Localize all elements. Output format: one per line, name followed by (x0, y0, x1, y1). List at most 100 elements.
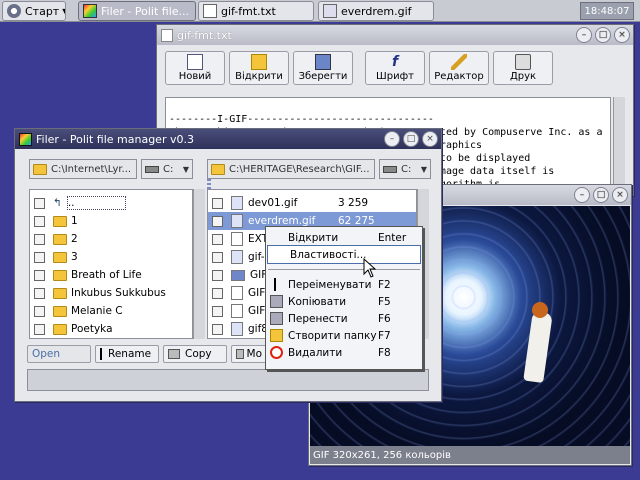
close-button[interactable]: × (612, 187, 628, 203)
item-checkbox[interactable] (212, 251, 223, 263)
task-viewer[interactable]: everdrem.gif (318, 1, 434, 21)
task-viewer-label: everdrem.gif (341, 4, 412, 18)
menu-item-new-folder[interactable]: Створити папку F7 (266, 327, 422, 344)
item-checkbox[interactable] (34, 233, 45, 245)
new-button[interactable]: Новий (165, 51, 225, 85)
viewer-status: GIF 320x261, 256 кольорів (310, 446, 630, 464)
item-checkbox[interactable] (34, 305, 45, 317)
maximize-button[interactable]: □ (593, 187, 609, 203)
item-checkbox[interactable] (212, 233, 223, 245)
minimize-button[interactable]: – (576, 27, 592, 43)
item-checkbox[interactable] (212, 305, 223, 317)
item-checkbox[interactable] (212, 269, 223, 281)
menu-label: Копіювати (288, 295, 347, 308)
right-path-text: C:\HERITAGE\Research\GIF... (229, 163, 370, 175)
menu-item-rename[interactable]: Переіменувати F2 (266, 276, 422, 293)
list-item[interactable]: Poetyka (30, 320, 192, 338)
list-item[interactable]: 1 (30, 212, 192, 230)
close-button[interactable]: × (422, 131, 438, 147)
folder-icon (33, 163, 47, 175)
list-item[interactable]: Inkubus Sukkubus (30, 284, 192, 302)
clock: 18:48:07 (580, 2, 634, 20)
chevron-down-icon: ▼ (420, 164, 427, 174)
menu-item-copy[interactable]: Копіювати F5 (266, 293, 422, 310)
close-button[interactable]: × (614, 27, 630, 43)
task-filer-label: Filer - Polit file... (101, 4, 190, 18)
minimize-button[interactable]: – (574, 187, 590, 203)
item-checkbox[interactable] (212, 287, 223, 299)
right-path[interactable]: C:\HERITAGE\Research\GIF... (207, 159, 375, 179)
move-button[interactable]: Mo (231, 345, 267, 363)
task-editor[interactable]: gif-fmt.txt (198, 1, 314, 21)
item-checkbox[interactable] (34, 251, 45, 263)
list-item[interactable]: ↰.. (30, 194, 192, 212)
item-label: GIF (248, 305, 266, 317)
menu-item-properties[interactable]: Властивості... (267, 245, 421, 264)
item-checkbox[interactable] (34, 197, 45, 209)
gif-file-icon (231, 250, 243, 264)
gif-file-icon (231, 322, 243, 336)
task-filer[interactable]: Filer - Polit file... (78, 1, 196, 21)
item-checkbox[interactable] (212, 215, 223, 227)
font-button[interactable]: f Шрифт (365, 51, 425, 85)
save-button[interactable]: Зберегти (293, 51, 353, 85)
item-checkbox[interactable] (34, 287, 45, 299)
item-label: 3 (71, 251, 78, 263)
file-icon (231, 286, 243, 300)
left-scrollbar[interactable] (193, 189, 205, 339)
rename-button[interactable]: Rename (95, 345, 159, 363)
menu-item-move[interactable]: Перенести F6 (266, 310, 422, 327)
command-line[interactable] (27, 369, 429, 391)
menu-item-delete[interactable]: Видалити F8 (266, 344, 422, 361)
rename-icon (100, 348, 102, 360)
chevron-down-icon: ▼ (182, 164, 189, 174)
figure-hair (532, 302, 548, 318)
left-file-list[interactable]: ↰.. 1 2 3 Breath of Life Inkubus Sukkubu… (29, 189, 193, 339)
left-drive-text: C: (163, 163, 174, 175)
drive-icon (145, 165, 159, 173)
list-item[interactable]: Melanie C (30, 302, 192, 320)
editor-scrollbar[interactable] (613, 97, 625, 193)
applet-icon[interactable] (560, 2, 578, 20)
list-item[interactable]: Breath of Life (30, 266, 192, 284)
copy-icon (270, 295, 283, 308)
folder-icon (53, 323, 67, 335)
menu-separator (268, 269, 420, 270)
minimize-button[interactable]: – (384, 131, 400, 147)
item-checkbox[interactable] (34, 215, 45, 227)
menu-item-open[interactable]: Відкрити Enter (266, 229, 422, 246)
open-button[interactable]: Відкрити (229, 51, 289, 85)
item-checkbox[interactable] (34, 323, 45, 335)
filer-titlebar: Filer - Polit file manager v0.3 – □ × (15, 129, 441, 149)
open-button[interactable]: Open (27, 345, 91, 363)
print-button[interactable]: Друк (493, 51, 553, 85)
menu-shortcut: F7 (378, 329, 391, 342)
font-icon: f (391, 54, 399, 70)
menu-shortcut: F6 (378, 312, 391, 325)
up-arrow-icon: ↰ (53, 197, 62, 209)
font-label: Шрифт (376, 71, 414, 82)
item-checkbox[interactable] (34, 269, 45, 281)
open-folder-icon (251, 54, 267, 70)
item-checkbox[interactable] (212, 323, 223, 335)
copy-button[interactable]: Copy (163, 345, 227, 363)
gif-file-icon (231, 214, 243, 228)
item-label: Melanie C (71, 305, 123, 317)
start-button[interactable]: Старт ▼ (2, 1, 66, 21)
list-item[interactable]: 2 (30, 230, 192, 248)
editor-button[interactable]: Редактор (429, 51, 489, 85)
item-label: 1 (71, 215, 78, 227)
folder-icon (53, 233, 67, 245)
list-item[interactable]: dev01.gif 3 259 (208, 194, 416, 212)
item-checkbox[interactable] (212, 197, 223, 209)
item-label: 2 (71, 233, 78, 245)
file-icon (231, 232, 243, 246)
maximize-button[interactable]: □ (403, 131, 419, 147)
left-path[interactable]: C:\Internet\Lyr... (29, 159, 137, 179)
list-item[interactable]: 3 (30, 248, 192, 266)
maximize-button[interactable]: □ (595, 27, 611, 43)
save-icon (315, 54, 331, 70)
left-drive-select[interactable]: C: ▼ (141, 159, 193, 179)
folder-icon (53, 287, 67, 299)
right-drive-select[interactable]: C: ▼ (379, 159, 431, 179)
